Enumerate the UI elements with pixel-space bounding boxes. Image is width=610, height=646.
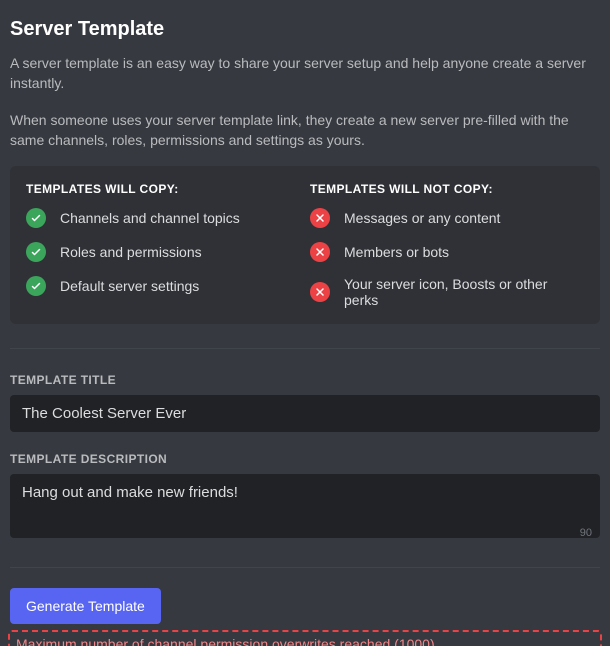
wont-copy-heading: Templates will not copy:	[310, 182, 584, 196]
x-icon	[310, 242, 330, 262]
template-description-input[interactable]	[10, 474, 600, 538]
generate-template-button[interactable]: Generate Template	[10, 588, 161, 624]
check-icon	[26, 242, 46, 262]
list-item-label: Your server icon, Boosts or other perks	[344, 276, 584, 308]
wont-copy-column: Templates will not copy: Messages or any…	[310, 182, 584, 312]
list-item-label: Members or bots	[344, 244, 449, 260]
template-title-input[interactable]	[10, 395, 600, 432]
x-icon	[310, 208, 330, 228]
section-divider	[10, 348, 600, 349]
check-icon	[26, 208, 46, 228]
error-message: Maximum number of channel permission ove…	[8, 630, 602, 646]
template-title-label: Template Title	[10, 373, 600, 387]
intro-paragraph-2: When someone uses your server template l…	[10, 110, 600, 151]
check-icon	[26, 276, 46, 296]
list-item: Messages or any content	[310, 208, 584, 228]
copy-info-card: Templates will copy: Channels and channe…	[10, 166, 600, 324]
list-item-label: Channels and channel topics	[60, 210, 240, 226]
will-copy-heading: Templates will copy:	[26, 182, 300, 196]
list-item: Members or bots	[310, 242, 584, 262]
list-item-label: Default server settings	[60, 278, 199, 294]
will-copy-column: Templates will copy: Channels and channe…	[26, 182, 300, 312]
list-item: Your server icon, Boosts or other perks	[310, 276, 584, 308]
template-description-label: Template Description	[10, 452, 600, 466]
list-item-label: Messages or any content	[344, 210, 500, 226]
page-title: Server Template	[10, 18, 600, 41]
x-icon	[310, 282, 330, 302]
list-item: Roles and permissions	[26, 242, 300, 262]
list-item: Default server settings	[26, 276, 300, 296]
list-item: Channels and channel topics	[26, 208, 300, 228]
list-item-label: Roles and permissions	[60, 244, 202, 260]
section-divider	[10, 567, 600, 568]
char-remaining: 90	[580, 527, 592, 539]
intro-paragraph-1: A server template is an easy way to shar…	[10, 53, 600, 94]
